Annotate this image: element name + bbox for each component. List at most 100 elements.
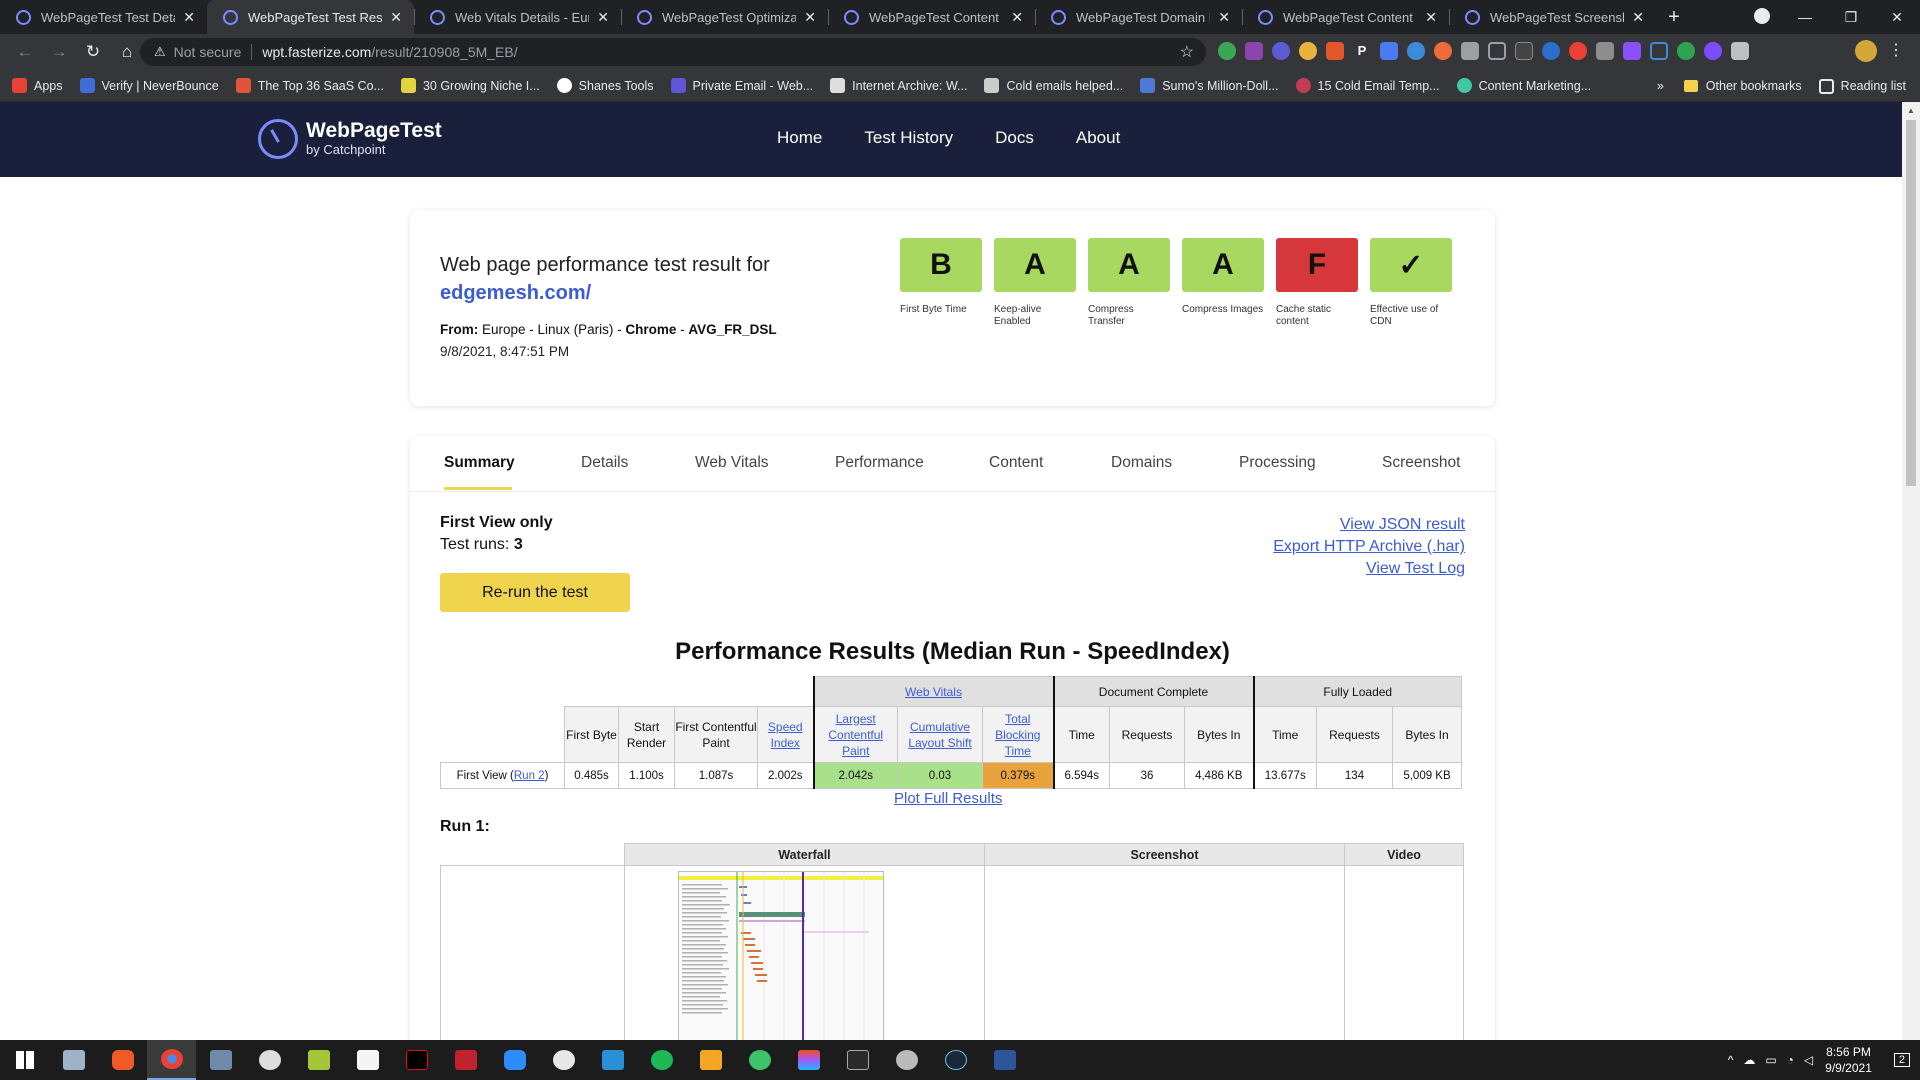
tab-processing[interactable]: Processing (1239, 454, 1316, 472)
view-json-link[interactable]: View JSON result (1273, 514, 1465, 536)
scroll-up-icon[interactable]: ▲ (1907, 106, 1915, 115)
close-tab-icon[interactable]: ✕ (804, 9, 816, 26)
bookmark-item[interactable]: The Top 36 SaaS Co... (235, 78, 384, 93)
tab-domains[interactable]: Domains (1111, 454, 1172, 472)
extension-icon[interactable] (1677, 42, 1695, 60)
tab-content[interactable]: Content (989, 454, 1043, 472)
nav-test-history[interactable]: Test History (864, 128, 953, 148)
notifications-icon[interactable]: 2 (1893, 1053, 1910, 1067)
grade-keep-alive[interactable]: A Keep-alive Enabled (994, 238, 1076, 328)
extension-icon[interactable] (1299, 42, 1317, 60)
camera-extension-icon[interactable] (1461, 42, 1479, 60)
grade-cdn[interactable]: ✓ Effective use of CDN (1370, 238, 1452, 328)
taskbar-app[interactable] (833, 1040, 882, 1080)
plot-full-results-link[interactable]: Plot Full Results (894, 790, 1002, 807)
extension-icon[interactable] (1596, 42, 1614, 60)
grade-badge[interactable]: ✓ (1370, 238, 1452, 292)
extension-icon[interactable] (1434, 42, 1452, 60)
security-label[interactable]: Not secure (174, 44, 242, 60)
tab-search-icon[interactable] (1754, 8, 1770, 24)
profile-avatar[interactable] (1855, 40, 1877, 62)
puzzle-extensions-icon[interactable] (1731, 42, 1749, 60)
grade-compress-images[interactable]: A Compress Images (1182, 238, 1264, 328)
taskbar-app[interactable] (441, 1040, 490, 1080)
pen-extension-icon[interactable] (1515, 42, 1533, 60)
reload-icon[interactable]: ↻ (78, 37, 108, 67)
taskbar-app[interactable] (49, 1040, 98, 1080)
bookmark-item[interactable]: Verify | NeverBounce (79, 78, 219, 93)
waterfall-thumbnail[interactable] (678, 871, 884, 1046)
taskbar-app[interactable] (588, 1040, 637, 1080)
site-logo[interactable]: WebPageTest by Catchpoint (258, 119, 442, 159)
extension-icon[interactable] (1245, 42, 1263, 60)
speed-index-link[interactable]: Speed Index (768, 720, 803, 750)
extension-icon[interactable] (1704, 42, 1722, 60)
bookmark-star-icon[interactable]: ☆ (1180, 42, 1194, 62)
minimize-icon[interactable]: — (1782, 0, 1828, 34)
restore-icon[interactable]: ❐ (1828, 0, 1874, 34)
close-window-icon[interactable]: ✕ (1874, 0, 1920, 34)
onedrive-icon[interactable]: ☁ (1743, 1053, 1755, 1067)
tab-performance[interactable]: Performance (835, 454, 924, 472)
other-bookmarks-folder[interactable]: Other bookmarks (1683, 79, 1802, 93)
tray-chevron-icon[interactable]: ^ (1728, 1053, 1734, 1067)
page-scrollbar[interactable]: ▲ (1902, 102, 1920, 1040)
bookmark-item[interactable]: 30 Growing Niche I... (400, 78, 540, 93)
run-2-link[interactable]: Run 2 (514, 770, 545, 782)
grade-badge[interactable]: A (1088, 238, 1170, 292)
taskbar-app[interactable] (931, 1040, 980, 1080)
extension-icon[interactable]: P (1353, 42, 1371, 60)
home-icon[interactable]: ⌂ (112, 37, 142, 67)
extension-icon[interactable] (1650, 42, 1668, 60)
browser-tab[interactable]: WebPageTest Domain Brea ✕ (1035, 0, 1242, 34)
warning-icon[interactable]: ⚠ (154, 44, 166, 60)
grade-first-byte[interactable]: B First Byte Time (900, 238, 982, 328)
close-tab-icon[interactable]: ✕ (597, 9, 609, 26)
browser-tab[interactable]: Web Vitals Details - Europe ✕ (414, 0, 621, 34)
grade-badge[interactable]: F (1276, 238, 1358, 292)
extension-icon[interactable] (1272, 42, 1290, 60)
bookmark-item[interactable]: Shanes Tools (556, 78, 654, 93)
bookmark-item[interactable]: Private Email - Web... (670, 78, 813, 93)
extension-icon[interactable] (1623, 42, 1641, 60)
clock[interactable]: 8:56 PM 9/9/2021 (1825, 1044, 1872, 1076)
close-tab-icon[interactable]: ✕ (1011, 9, 1023, 26)
bookmark-item[interactable]: Content Marketing... (1456, 78, 1591, 93)
tested-url-link[interactable]: edgemesh.com/ (440, 282, 591, 305)
extension-icon[interactable] (1326, 42, 1344, 60)
extension-icon[interactable] (1380, 42, 1398, 60)
taskbar-app[interactable] (539, 1040, 588, 1080)
nav-docs[interactable]: Docs (995, 128, 1034, 148)
scrollbar-thumb[interactable] (1906, 120, 1916, 486)
browser-tab[interactable]: WebPageTest Optimization ✕ (621, 0, 828, 34)
rerun-test-button[interactable]: Re-run the test (440, 573, 630, 612)
extension-icon[interactable] (1569, 42, 1587, 60)
tbt-link[interactable]: Total Blocking Time (995, 712, 1040, 758)
close-tab-icon[interactable]: ✕ (1425, 9, 1437, 26)
browser-tab[interactable]: WebPageTest Content Brea ✕ (1242, 0, 1449, 34)
grade-badge[interactable]: B (900, 238, 982, 292)
extension-icon[interactable] (1407, 42, 1425, 60)
grade-badge[interactable]: A (994, 238, 1076, 292)
more-bookmarks-button[interactable]: » (1657, 79, 1664, 93)
taskbar-app[interactable] (735, 1040, 784, 1080)
tab-summary[interactable]: Summary (444, 454, 515, 472)
back-icon[interactable]: ← (10, 37, 40, 67)
grade-compress-transfer[interactable]: A Compress Transfer (1088, 238, 1170, 328)
forward-icon[interactable]: → (44, 37, 74, 67)
nav-home[interactable]: Home (777, 128, 822, 148)
url-host[interactable]: wpt.fasterize.com (262, 44, 371, 60)
url-path[interactable]: /result/210908_5M_EB/ (371, 44, 517, 60)
taskbar-app[interactable] (784, 1040, 833, 1080)
start-button[interactable] (0, 1040, 49, 1080)
taskbar-app[interactable] (343, 1040, 392, 1080)
taskbar-app[interactable] (245, 1040, 294, 1080)
chrome-menu-icon[interactable]: ⋮ (1888, 40, 1904, 60)
close-tab-icon[interactable]: ✕ (1632, 9, 1644, 26)
browser-tab[interactable]: WebPageTest Test Details - ✕ (0, 0, 207, 34)
close-tab-icon[interactable]: ✕ (390, 9, 402, 26)
grade-cache-static[interactable]: F Cache static content (1276, 238, 1358, 328)
tab-details[interactable]: Details (581, 454, 628, 472)
taskbar-app[interactable] (294, 1040, 343, 1080)
close-tab-icon[interactable]: ✕ (183, 9, 195, 26)
